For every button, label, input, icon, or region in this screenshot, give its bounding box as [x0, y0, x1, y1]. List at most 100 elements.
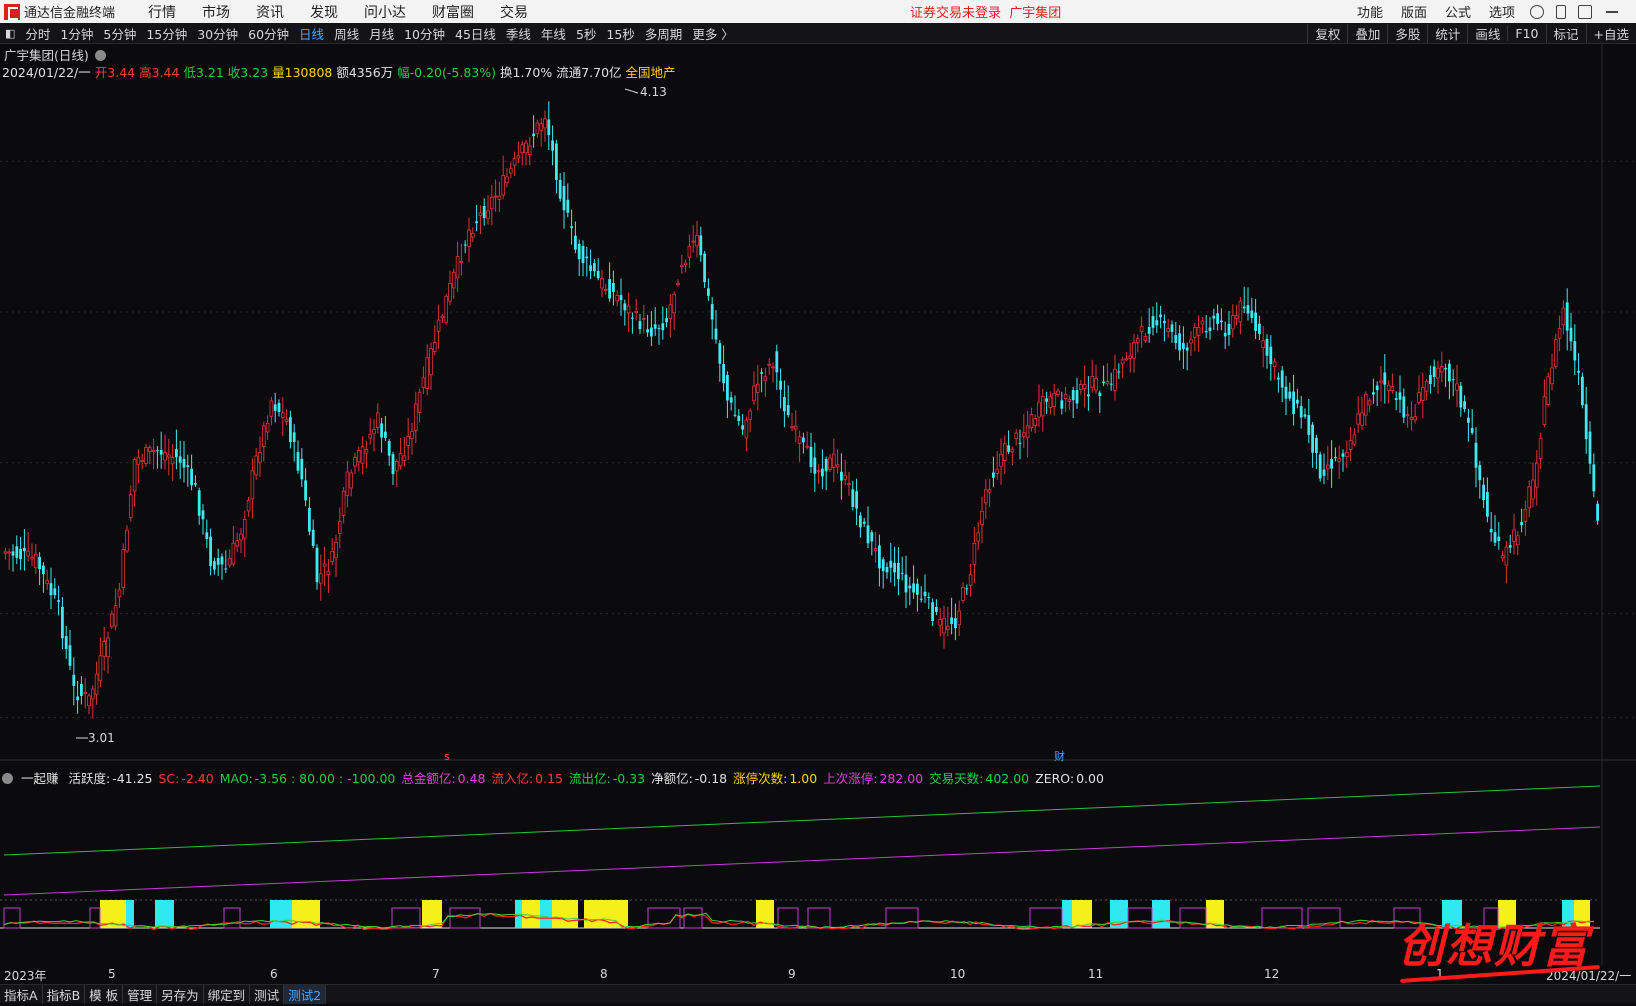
candle: [475, 204, 478, 232]
candle: [311, 519, 315, 549]
candle: [668, 294, 673, 338]
candle: [1120, 356, 1125, 378]
indicator-name[interactable]: 一起赚: [21, 771, 59, 786]
candle: [1569, 312, 1573, 351]
price-grid: [0, 44, 1636, 965]
candle: [486, 195, 490, 225]
candle: [862, 517, 866, 527]
tab-ceshi[interactable]: 测试: [250, 984, 285, 1004]
candle: [733, 395, 737, 418]
candle: [113, 588, 118, 631]
candle: [1269, 335, 1273, 381]
candle: [532, 115, 535, 148]
candle: [1234, 304, 1239, 326]
candle: [1292, 374, 1295, 426]
event-marker-s[interactable]: s: [444, 750, 450, 763]
candle: [413, 391, 418, 443]
tab-moban[interactable]: 模 板: [85, 984, 124, 1004]
tab-zhibiao-b[interactable]: 指标B: [43, 984, 86, 1004]
candle: [1372, 378, 1375, 404]
candle: [1151, 306, 1155, 336]
candle: [885, 562, 889, 579]
indicator-label-7: 涨停次数:: [733, 771, 788, 786]
high-price-label: 4.13: [640, 85, 667, 99]
candle: [1550, 353, 1554, 391]
candle: [493, 179, 498, 212]
candle: [1223, 321, 1227, 349]
candle: [900, 556, 904, 581]
candle: [1196, 315, 1201, 352]
candle: [1128, 342, 1133, 373]
candle: [315, 544, 319, 590]
tab-lingcunwei[interactable]: 另存为: [157, 984, 204, 1004]
candle: [1470, 409, 1474, 435]
candle: [938, 607, 942, 637]
candle: [608, 262, 611, 302]
candle: [1489, 511, 1493, 542]
candle: [957, 600, 961, 636]
candle: [489, 185, 494, 226]
candle: [619, 278, 623, 316]
indicator-green-line: [3, 785, 1601, 856]
candle: [1386, 380, 1391, 404]
date-year: 2023年: [4, 969, 47, 983]
candle: [1398, 375, 1402, 413]
candle: [1546, 372, 1551, 407]
candle: [45, 569, 49, 590]
candle: [209, 528, 212, 576]
candle: [1071, 386, 1075, 418]
candle: [1296, 388, 1299, 409]
candle: [384, 416, 387, 442]
candle: [626, 292, 631, 333]
candle: [497, 181, 502, 213]
candle: [600, 270, 604, 298]
indicator-bar: [584, 900, 628, 928]
kline-chart[interactable]: 4.13 3.01 s 财: [0, 0, 1636, 1006]
indicator-label-2: MAO:: [219, 771, 253, 786]
candle: [1242, 286, 1246, 314]
candle: [254, 448, 259, 480]
candle: [1147, 308, 1151, 343]
candle: [1429, 365, 1432, 394]
candle: [1322, 453, 1326, 485]
candle: [280, 397, 285, 437]
candle: [1033, 414, 1038, 434]
candle: [889, 542, 893, 583]
candle: [1139, 316, 1144, 348]
candle: [897, 547, 900, 596]
candle: [638, 313, 642, 334]
candle: [1166, 319, 1171, 338]
date-month-9: 9: [788, 967, 796, 981]
candle: [470, 227, 475, 243]
indicator-box: [223, 907, 241, 929]
indicator-box: [1261, 907, 1303, 929]
candle: [239, 528, 243, 554]
candle: [987, 479, 992, 508]
tab-zhibiao-a[interactable]: 指标A: [0, 984, 43, 1004]
candle: [912, 565, 915, 599]
candle: [577, 239, 581, 276]
tab-bangdingdao[interactable]: 绑定到: [204, 984, 251, 1004]
candle: [968, 563, 973, 597]
candle: [687, 234, 692, 268]
candle: [1352, 428, 1357, 447]
tab-ceshi2[interactable]: 测试2: [284, 984, 327, 1004]
indicator-tabs: 指标A 指标B 模 板 管理 另存为 绑定到 测试 测试2: [0, 984, 1636, 1004]
candle: [866, 506, 870, 548]
candle: [448, 270, 452, 306]
candle: [201, 504, 205, 535]
candle: [1170, 320, 1174, 343]
candle: [596, 258, 600, 281]
candle: [1463, 395, 1466, 413]
indicator-box: [807, 907, 831, 929]
candle: [136, 449, 141, 484]
candle: [94, 661, 99, 705]
candle: [11, 544, 15, 572]
indicator-chevron-icon[interactable]: [2, 773, 13, 784]
event-marker-cai[interactable]: 财: [1054, 749, 1065, 763]
candle: [98, 637, 103, 688]
candle: [1557, 315, 1562, 352]
candle: [783, 380, 786, 428]
candle: [744, 416, 749, 452]
tab-guanli[interactable]: 管理: [123, 984, 158, 1004]
